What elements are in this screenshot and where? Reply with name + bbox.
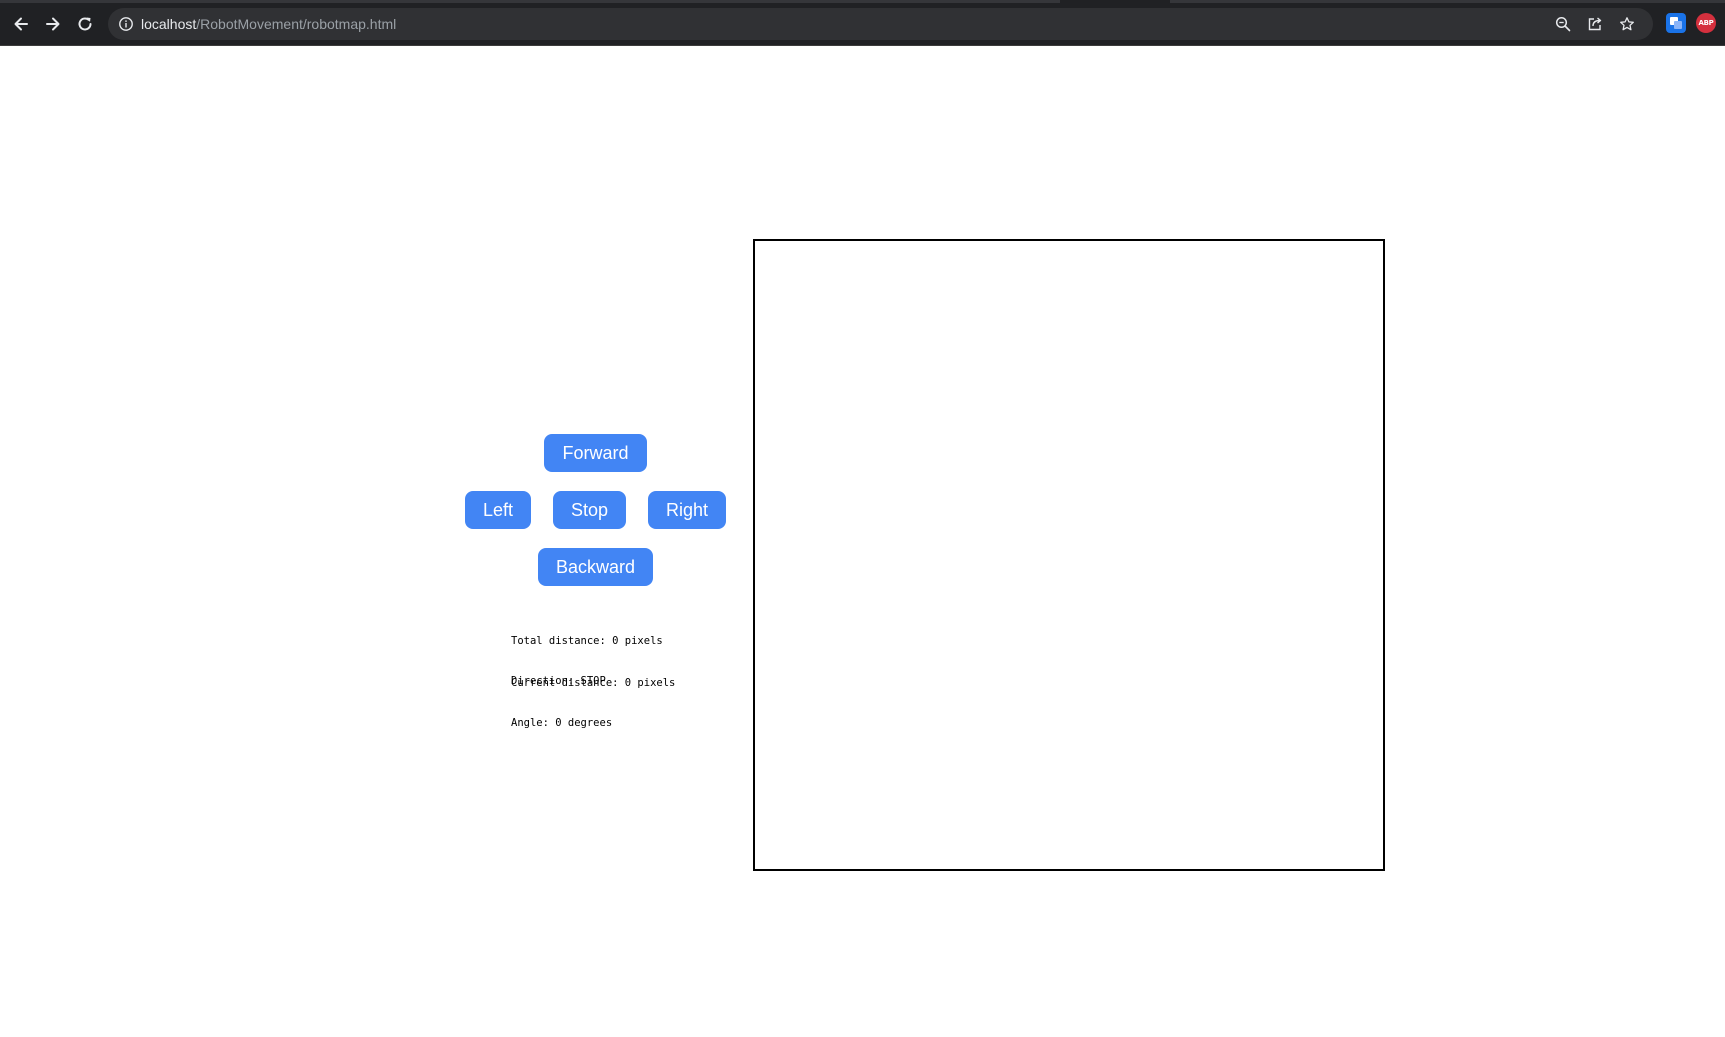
left-button[interactable]: Left xyxy=(465,491,531,529)
translate-glyph-icon xyxy=(1670,17,1682,29)
share-icon xyxy=(1588,17,1602,31)
tab-strip-edge xyxy=(0,0,1725,3)
arrow-right-icon xyxy=(46,17,60,31)
star-icon xyxy=(1620,17,1634,31)
angle-text: Angle: 0 degrees xyxy=(511,717,613,729)
reload-icon xyxy=(78,17,92,31)
backward-button[interactable]: Backward xyxy=(538,548,653,586)
right-button[interactable]: Right xyxy=(648,491,726,529)
url-host: localhost xyxy=(141,16,197,32)
direction-readout: Direction: STOP Angle: 0 degrees xyxy=(511,646,612,744)
reload-button[interactable] xyxy=(72,11,98,37)
address-bar[interactable]: localhost/RobotMovement/robotmap.html xyxy=(108,8,1653,40)
back-button[interactable] xyxy=(8,11,34,37)
robot-map-canvas[interactable] xyxy=(753,239,1385,871)
url-path: /RobotMovement/robotmap.html xyxy=(196,16,397,32)
forward-nav-button[interactable] xyxy=(40,11,66,37)
zoom-button[interactable] xyxy=(1554,15,1572,33)
bookmark-button[interactable] xyxy=(1618,15,1636,33)
browser-toolbar: localhost/RobotMovement/robotmap.html AB… xyxy=(0,0,1725,46)
forward-button[interactable]: Forward xyxy=(544,434,647,472)
stop-button[interactable]: Stop xyxy=(553,491,626,529)
adblock-plus-label: ABP xyxy=(1698,19,1714,27)
extension-translate-icon[interactable] xyxy=(1666,13,1686,33)
adblock-plus-icon[interactable]: ABP xyxy=(1696,13,1716,33)
info-icon[interactable] xyxy=(118,16,134,32)
zoom-icon xyxy=(1555,16,1571,32)
share-button[interactable] xyxy=(1586,15,1604,33)
arrow-left-icon xyxy=(14,17,28,31)
url-text[interactable]: localhost/RobotMovement/robotmap.html xyxy=(141,15,396,33)
direction-text: Direction: STOP xyxy=(511,675,606,687)
